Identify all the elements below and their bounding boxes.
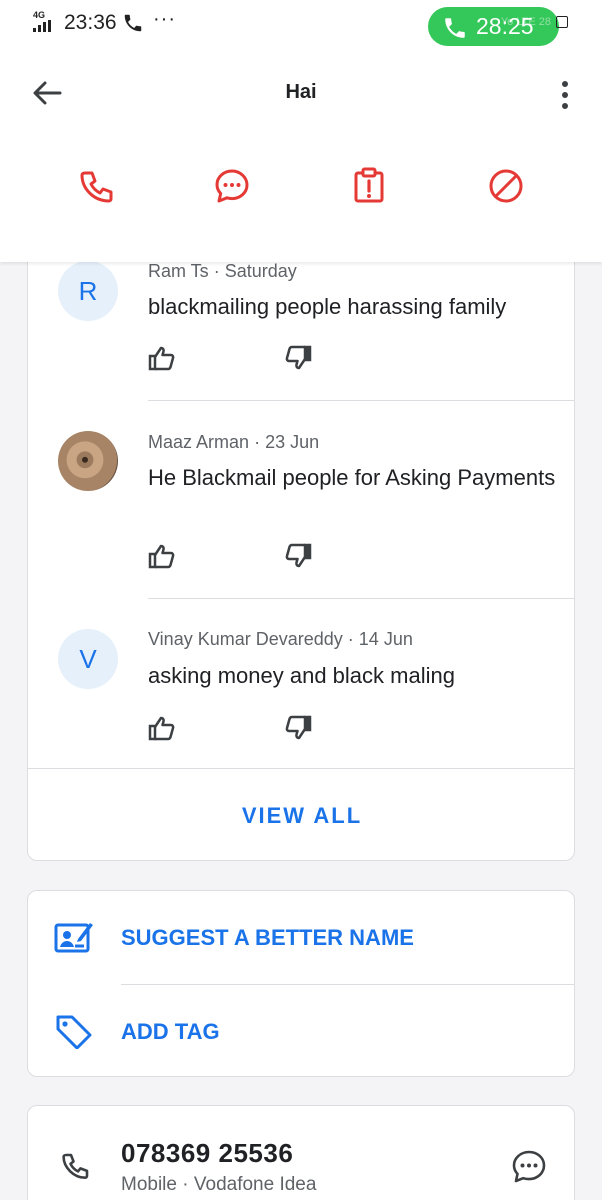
suggest-card: SUGGEST A BETTER NAME ADD TAG bbox=[27, 890, 575, 1077]
meta-separator: · bbox=[182, 1174, 189, 1195]
report-spam-button[interactable] bbox=[347, 164, 391, 208]
avatar bbox=[58, 431, 118, 491]
block-button[interactable] bbox=[484, 164, 528, 208]
call-timer: 28:25 bbox=[476, 13, 534, 39]
avatar: R bbox=[58, 261, 118, 321]
comment-date: Saturday bbox=[224, 261, 297, 281]
number-details: Mobile · Vodafone Idea bbox=[121, 1174, 316, 1196]
status-bar: 4G 23:36 ··· Yo LTE 28 28:25 bbox=[0, 0, 602, 46]
phone-number: 078369 25536 bbox=[121, 1138, 294, 1168]
thumbs-up-icon[interactable] bbox=[148, 715, 176, 741]
comment-meta: Vinay Kumar Devareddy · 14 Jun bbox=[148, 629, 413, 650]
more-notifications: ··· bbox=[153, 8, 176, 30]
phone-icon[interactable] bbox=[58, 1150, 92, 1184]
comment-text: asking money and black maling bbox=[148, 663, 455, 688]
app-bar: Hai bbox=[0, 46, 602, 262]
comment-text: blackmailing people harassing family bbox=[148, 294, 507, 319]
message-icon[interactable] bbox=[510, 1148, 548, 1186]
page-title: Hai bbox=[285, 81, 317, 103]
avatar: V bbox=[58, 629, 118, 689]
view-all-button[interactable]: VIEW ALL bbox=[28, 769, 574, 860]
number-type: Mobile bbox=[121, 1174, 177, 1195]
battery-icon bbox=[556, 16, 568, 28]
comment-meta: Ram Ts · Saturday bbox=[148, 261, 297, 282]
thumbs-down-icon[interactable] bbox=[284, 543, 312, 569]
ongoing-call-pill[interactable]: Yo LTE 28 28:25 bbox=[428, 7, 559, 46]
comment-date: 14 Jun bbox=[358, 629, 413, 649]
add-tag-label: ADD TAG bbox=[121, 1019, 220, 1044]
tag-icon bbox=[54, 1013, 94, 1050]
thumbs-up-icon[interactable] bbox=[148, 345, 176, 371]
add-tag-row[interactable]: ADD TAG bbox=[28, 985, 574, 1076]
thumbs-down-icon[interactable] bbox=[284, 345, 312, 371]
phone-icon bbox=[442, 15, 468, 46]
call-button[interactable] bbox=[74, 164, 118, 208]
thumbs-up-icon[interactable] bbox=[148, 543, 176, 569]
comment-text: He Blackmail people for Asking Payments bbox=[148, 465, 556, 490]
meta-separator: · bbox=[347, 629, 354, 649]
message-icon bbox=[215, 169, 249, 203]
call-icon bbox=[80, 171, 113, 203]
report-icon bbox=[354, 167, 384, 203]
edit-contact-icon bbox=[54, 919, 94, 955]
signal-icon bbox=[33, 20, 55, 32]
comment-item: V Vinay Kumar Devareddy · 14 Jun asking … bbox=[28, 599, 574, 769]
message-button[interactable] bbox=[210, 164, 254, 208]
meta-separator: · bbox=[213, 261, 220, 281]
clock: 23:36 bbox=[64, 11, 117, 34]
block-icon bbox=[489, 169, 523, 203]
comments-card: R Ram Ts · Saturday blackmailing people … bbox=[27, 210, 575, 861]
network-type: 4G bbox=[33, 10, 46, 20]
comment-author: Vinay Kumar Devareddy bbox=[148, 629, 343, 649]
thumbs-down-icon[interactable] bbox=[284, 715, 312, 741]
suggest-name-label: SUGGEST A BETTER NAME bbox=[121, 925, 414, 950]
carrier-name: Vodafone Idea bbox=[193, 1174, 317, 1195]
call-status-icon bbox=[122, 12, 144, 39]
comment-meta: Maaz Arman · 23 Jun bbox=[148, 432, 319, 453]
comment-author: Ram Ts bbox=[148, 261, 209, 281]
comment-author: Maaz Arman bbox=[148, 432, 250, 452]
suggest-name-row[interactable]: SUGGEST A BETTER NAME bbox=[28, 891, 574, 985]
more-options-icon[interactable] bbox=[553, 78, 577, 112]
meta-separator: · bbox=[254, 432, 261, 452]
comment-date: 23 Jun bbox=[265, 432, 320, 452]
comment-item: Maaz Arman · 23 Jun He Blackmail people … bbox=[28, 401, 574, 599]
phone-number-card[interactable]: 078369 25536 Mobile · Vodafone Idea bbox=[27, 1105, 575, 1200]
